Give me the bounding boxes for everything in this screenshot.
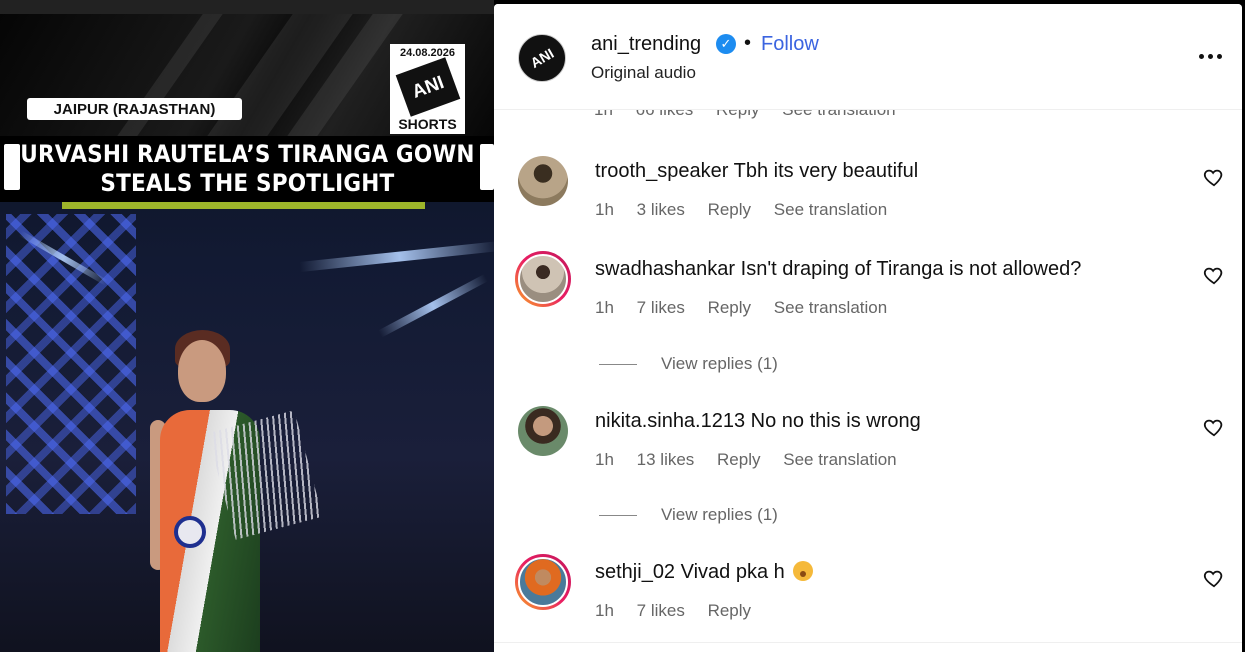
audio-link[interactable]: Original audio (591, 63, 696, 83)
more-options-icon[interactable] (1199, 44, 1227, 68)
comment-meta: 1h 7 likes Reply See translation (595, 298, 905, 318)
verified-badge-icon: ✓ (716, 34, 736, 54)
like-heart-icon[interactable] (1203, 567, 1225, 589)
account-username[interactable]: ani_trending (591, 33, 701, 56)
video-headline: URVASHI RAUTELA’S TIRANGA GOWN STEALS TH… (0, 136, 494, 202)
comment-item: trooth_speaker Tbh its very beautiful 1h… (494, 156, 1242, 236)
presenter-figure (150, 330, 323, 652)
like-heart-icon[interactable] (1203, 264, 1225, 286)
ticker-strip (0, 0, 494, 14)
post-header: ANI ani_trending ✓ • Follow Original aud… (494, 4, 1242, 110)
comment-item: swadhashankar Isn't draping of Tiranga i… (494, 251, 1242, 334)
comment-text: No no this is wrong (750, 410, 921, 432)
see-translation-link[interactable]: See translation (774, 298, 887, 317)
commenter-avatar[interactable] (518, 156, 568, 206)
replies-divider (599, 515, 637, 517)
comment-text: Vivad pka h (680, 561, 785, 583)
reply-link[interactable]: Reply (708, 298, 751, 317)
comment-time: 1h (595, 298, 614, 317)
commenter-username[interactable]: swadhashankar (595, 258, 735, 280)
comment-item: sethji_02 Vivad pka h 1h 7 likes Reply (494, 554, 1242, 637)
comment-meta: 1h 7 likes Reply (595, 601, 769, 621)
accent-rule (62, 202, 425, 209)
see-translation-link[interactable]: See translation (774, 200, 887, 219)
commenter-username[interactable]: trooth_speaker (595, 160, 728, 182)
like-heart-icon[interactable] (1203, 166, 1225, 188)
video-player[interactable]: JAIPUR (RAJASTHAN) 24.08.2026 ANI SHORTS… (0, 0, 494, 652)
replies-divider (599, 364, 637, 366)
separator-dot: • (744, 32, 752, 54)
view-replies-label: View replies (1) (661, 505, 778, 524)
comment-likes[interactable]: 3 likes (637, 200, 685, 219)
comment-item: nikita.sinha.1213 No no this is wrong 1h… (494, 406, 1242, 486)
comment-likes[interactable]: 13 likes (637, 450, 695, 469)
chakra-emblem (174, 516, 206, 548)
comment-text: Tbh its very beautiful (733, 160, 919, 182)
comment-meta: 1h 3 likes Reply See translation (595, 200, 905, 220)
stage-light-beam (299, 241, 494, 272)
reply-link[interactable]: Reply (717, 450, 760, 469)
ani-logo-icon: ANI (395, 57, 460, 117)
view-replies-button[interactable]: View replies (1) (599, 505, 778, 525)
commenter-username[interactable]: nikita.sinha.1213 (595, 410, 745, 432)
headline-line-1: URVASHI RAUTELA’S TIRANGA GOWN (19, 140, 475, 168)
see-translation-link[interactable]: See translation (783, 450, 896, 469)
follow-button[interactable]: Follow (761, 33, 819, 56)
headline-bar-right (480, 144, 494, 190)
comment-likes[interactable]: 7 likes (637, 298, 685, 317)
like-heart-icon[interactable] (1203, 416, 1225, 438)
comment-likes[interactable]: 7 likes (637, 601, 685, 620)
comment-meta: 1h 13 likes Reply See translation (595, 450, 915, 470)
commenter-avatar[interactable] (515, 554, 571, 610)
avatar-logo-text: ANI (527, 45, 557, 71)
ani-shorts-logo: 24.08.2026 ANI SHORTS (390, 44, 465, 134)
comment-text: Isn't draping of Tiranga is not allowed? (740, 258, 1082, 280)
video-date: 24.08.2026 (399, 47, 456, 59)
commenter-username[interactable]: sethji_02 (595, 561, 675, 583)
shorts-label: SHORTS (398, 116, 457, 132)
reply-link[interactable]: Reply (708, 200, 751, 219)
comment-time: 1h (595, 450, 614, 469)
commenter-avatar[interactable] (515, 251, 571, 307)
view-replies-label: View replies (1) (661, 354, 778, 373)
location-label: JAIPUR (RAJASTHAN) (27, 98, 242, 120)
panel-divider (494, 642, 1242, 643)
comment-time: 1h (595, 200, 614, 219)
headline-line-2: STEALS THE SPOTLIGHT (99, 169, 395, 197)
headline-bar-left (4, 144, 20, 190)
comment-time: 1h (595, 601, 614, 620)
view-replies-button[interactable]: View replies (1) (599, 354, 778, 374)
ani-logo-text: ANI (408, 71, 447, 103)
comments-panel: 1h 66 likes Reply See translation ANI an… (494, 4, 1242, 652)
stage-light-beam (378, 274, 488, 338)
reply-link[interactable]: Reply (708, 601, 751, 620)
flushed-face-emoji-icon (793, 561, 814, 581)
account-avatar[interactable]: ANI (518, 34, 566, 82)
commenter-avatar[interactable] (518, 406, 568, 456)
